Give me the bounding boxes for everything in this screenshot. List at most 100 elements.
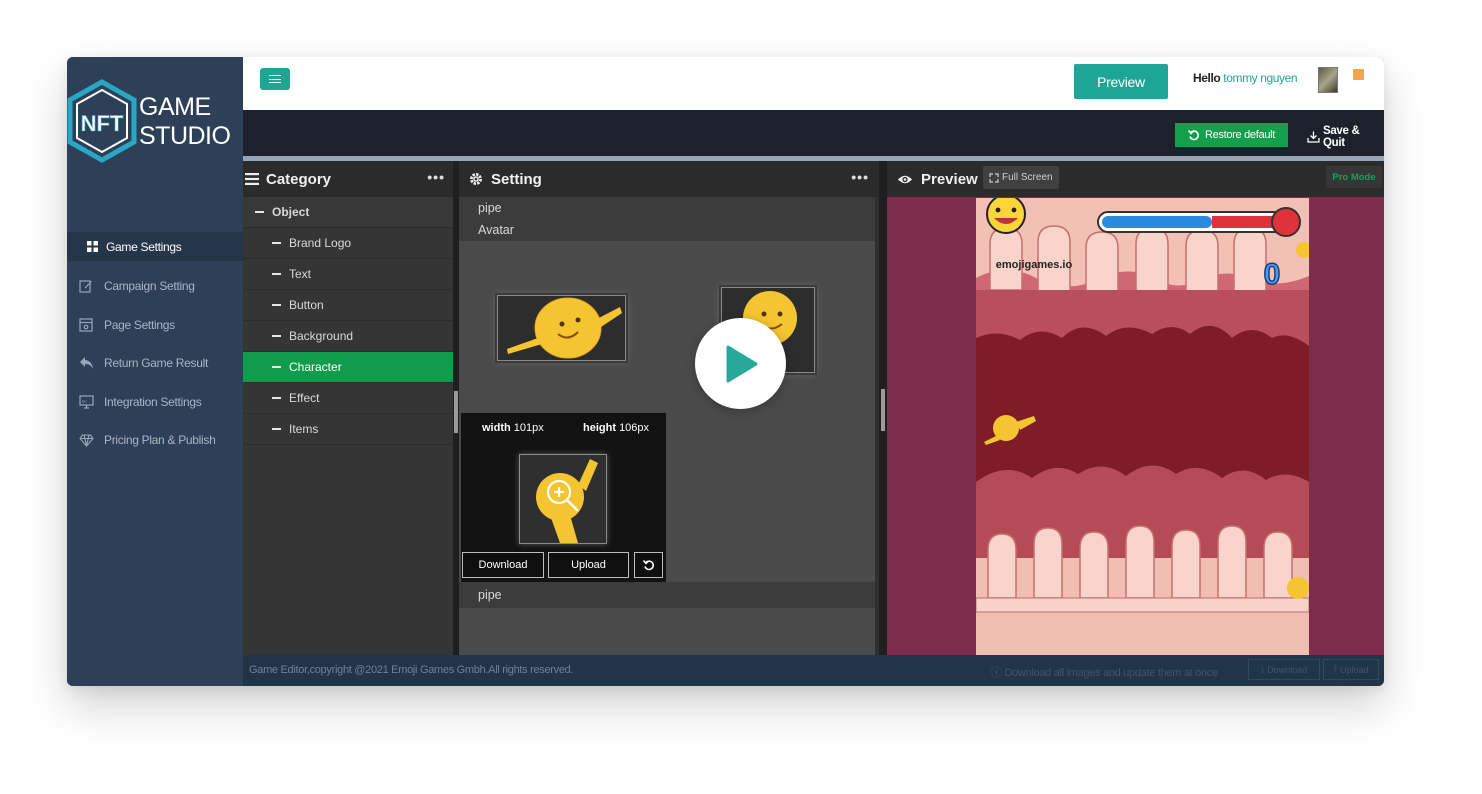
diamond-icon bbox=[77, 431, 95, 449]
editor-footer: Game Editor,copyright @2021 Emoji Games … bbox=[243, 655, 1384, 686]
svg-text:o-:: o-: bbox=[82, 399, 87, 405]
group-label-pipe: pipe bbox=[459, 582, 875, 608]
reset-icon bbox=[642, 560, 654, 571]
selected-sprite-editor: width 101px height 106px Download Upload bbox=[461, 413, 666, 582]
sidebar-item-campaign-setting[interactable]: Campaign Setting bbox=[67, 267, 243, 306]
sidebar-item-integration-settings[interactable]: o-: Integration Settings bbox=[67, 383, 243, 422]
sidebar-item-page-settings[interactable]: Page Settings bbox=[67, 306, 243, 345]
restore-icon bbox=[1187, 129, 1199, 141]
avatar-label: Avatar bbox=[459, 219, 875, 241]
width-readout: width 101px bbox=[482, 422, 544, 434]
user-name[interactable]: tommy nguyen bbox=[1223, 71, 1297, 85]
dash-icon bbox=[272, 428, 281, 430]
group-label-pipe: pipe bbox=[459, 197, 875, 219]
selected-sprite-image[interactable] bbox=[519, 454, 607, 544]
sidebar-item-label: Page Settings bbox=[104, 317, 175, 332]
dash-icon bbox=[272, 366, 281, 368]
sprite-download-button[interactable]: Download bbox=[462, 552, 544, 578]
tree-item-items[interactable]: Items bbox=[243, 414, 453, 445]
dash-icon bbox=[272, 397, 281, 399]
full-screen-button[interactable]: Full Screen bbox=[983, 166, 1059, 189]
hamburger-icon bbox=[269, 75, 281, 83]
character-sprite-thumbnail[interactable] bbox=[497, 295, 626, 361]
preview-title: Preview bbox=[921, 170, 978, 188]
sidebar-item-label: Campaign Setting bbox=[104, 279, 195, 294]
height-readout: height 106px bbox=[583, 422, 650, 434]
setting-menu-icon[interactable]: ••• bbox=[851, 169, 869, 185]
sidebar-item-game-settings[interactable]: Game Settings bbox=[67, 232, 243, 261]
video-play-button[interactable] bbox=[695, 318, 786, 409]
download-all-hint: ⓘ Download all images and update them at… bbox=[991, 667, 1218, 679]
resize-knob[interactable] bbox=[454, 391, 458, 433]
game-canvas[interactable]: emojigames.io 0 bbox=[976, 198, 1309, 655]
brand-name: GAME STUDIO bbox=[139, 93, 231, 150]
reply-icon bbox=[77, 354, 95, 372]
setting-body: pipe Avatar width 101px height 106px Dow… bbox=[459, 197, 875, 655]
notification-badge[interactable] bbox=[1353, 69, 1364, 80]
category-tree: Object Brand Logo Text Button Background… bbox=[243, 197, 453, 655]
sidebar-item-return-game-result[interactable]: Return Game Result bbox=[67, 344, 243, 383]
sidebar-item-pricing-plan-publish[interactable]: Pricing Plan & Publish bbox=[67, 421, 243, 460]
character-sprite-image bbox=[507, 297, 622, 359]
page-settings-icon bbox=[77, 316, 95, 334]
dash-icon bbox=[272, 304, 281, 306]
download-icon bbox=[1307, 131, 1320, 143]
top-header: Preview Hello tommy nguyen bbox=[243, 57, 1384, 110]
sidebar-item-label: Integration Settings bbox=[104, 394, 202, 409]
restore-default-button[interactable]: Restore default bbox=[1175, 123, 1288, 147]
expand-icon bbox=[989, 172, 999, 183]
app-window: NFT GAME STUDIO Game Settings Campaign S… bbox=[67, 57, 1384, 686]
hamburger-menu-button[interactable] bbox=[260, 68, 290, 90]
editor-toolbar: Restore default Save & Quit bbox=[243, 110, 1384, 156]
preview-panel-header: Preview bbox=[887, 161, 1384, 197]
dash-icon bbox=[272, 242, 281, 244]
list-icon bbox=[245, 173, 259, 185]
category-title: Category bbox=[266, 170, 332, 188]
preview-button[interactable]: Preview bbox=[1074, 64, 1168, 99]
game-scene: emojigames.io 0 bbox=[976, 198, 1309, 655]
monitor-icon: o-: bbox=[77, 393, 95, 411]
tree-item-character[interactable]: Character bbox=[243, 352, 453, 383]
svg-text:0: 0 bbox=[1264, 258, 1281, 291]
brand-logo[interactable]: NFT GAME STUDIO bbox=[67, 79, 243, 169]
copyright-text: Game Editor,copyright @2021 Emoji Games … bbox=[249, 664, 574, 676]
nft-hexagon-logo: NFT bbox=[67, 79, 137, 163]
sidebar-nav: Game Settings Campaign Setting Page Sett… bbox=[67, 232, 243, 460]
sprite-reset-button[interactable] bbox=[634, 552, 663, 578]
sidebar: NFT GAME STUDIO Game Settings Campaign S… bbox=[67, 57, 243, 686]
eye-icon bbox=[898, 175, 912, 183]
user-greeting: Hello tommy nguyen bbox=[1193, 71, 1298, 85]
category-menu-icon[interactable]: ••• bbox=[427, 169, 445, 185]
grid-icon bbox=[83, 238, 101, 256]
tree-item-brand-logo[interactable]: Brand Logo bbox=[243, 228, 453, 259]
zoom-in-icon[interactable] bbox=[544, 477, 582, 515]
save-quit-label: Save & Quit bbox=[1322, 125, 1360, 149]
footer-download-button[interactable]: ⤓ Download bbox=[1248, 659, 1320, 680]
tree-item-effect[interactable]: Effect bbox=[243, 383, 453, 414]
category-panel-header: Category ••• bbox=[243, 161, 455, 197]
dash-icon bbox=[272, 273, 281, 275]
sprite-upload-button[interactable]: Upload bbox=[548, 552, 629, 578]
dash-icon bbox=[272, 335, 281, 337]
sidebar-item-label: Game Settings bbox=[106, 239, 182, 254]
restore-default-label: Restore default bbox=[1204, 129, 1276, 141]
tree-item-object[interactable]: Object bbox=[243, 197, 453, 228]
pro-mode-toggle[interactable]: Pro Mode bbox=[1326, 166, 1382, 188]
resize-knob[interactable] bbox=[881, 389, 885, 431]
info-icon: ⓘ bbox=[991, 667, 1005, 679]
save-quit-button[interactable]: Save & Quit bbox=[1307, 125, 1384, 149]
tree-item-background[interactable]: Background bbox=[243, 321, 453, 352]
svg-text:NFT: NFT bbox=[81, 111, 124, 136]
panel-resize-handle[interactable] bbox=[879, 161, 887, 655]
setting-panel-header: Setting ••• bbox=[459, 161, 879, 197]
hello-label: Hello bbox=[1193, 71, 1221, 85]
sidebar-item-label: Return Game Result bbox=[104, 356, 208, 371]
play-icon bbox=[726, 345, 757, 382]
tree-item-button[interactable]: Button bbox=[243, 290, 453, 321]
gear-icon bbox=[470, 173, 482, 185]
tree-item-text[interactable]: Text bbox=[243, 259, 453, 290]
collapse-icon bbox=[255, 211, 264, 213]
avatar[interactable] bbox=[1318, 67, 1338, 93]
footer-upload-button[interactable]: ⤒ Upload bbox=[1323, 659, 1379, 680]
setting-title: Setting bbox=[491, 170, 542, 188]
